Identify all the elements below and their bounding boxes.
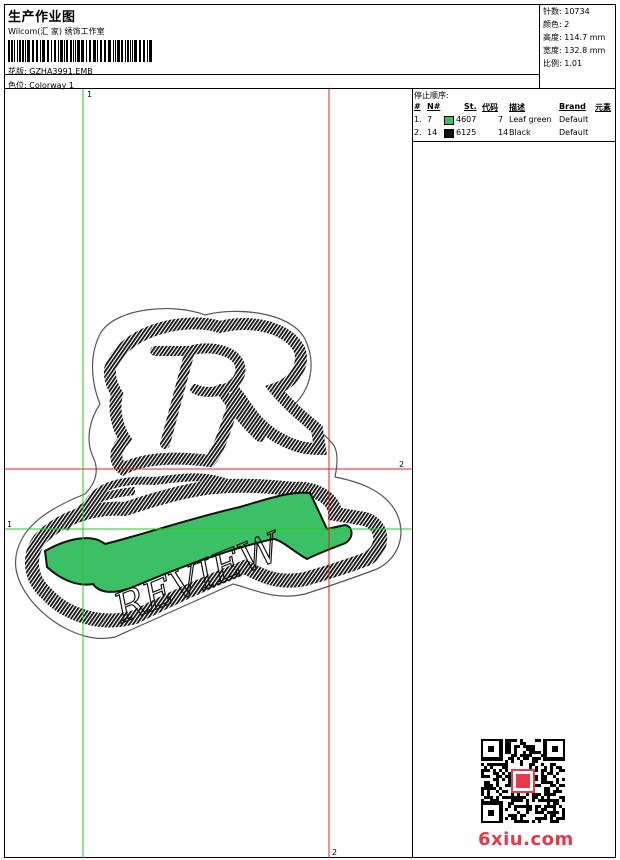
pattern-line: 花版: GZHA3991.EMB	[8, 66, 93, 77]
stop-table-row: 2. 14 6125 14 Black Default	[414, 128, 614, 140]
page-title: 生产作业图	[8, 10, 76, 25]
col-brand: Brand	[559, 102, 586, 111]
stitches-value: 10734	[564, 7, 590, 16]
row-code: 7	[498, 115, 504, 124]
studio-name: Wilcom(汇 家) 绣饰工作室	[8, 27, 105, 36]
row-desc: Black	[509, 128, 531, 137]
red-v-guide-label: 2	[332, 848, 337, 857]
row-stitches: 6125	[456, 128, 477, 137]
green-h-guide-label: 1	[7, 520, 12, 529]
col-code: 代码	[482, 103, 498, 112]
scale-value: 1.01	[564, 59, 583, 68]
row-brand: Default	[559, 128, 589, 137]
row-desc: Leaf green	[509, 115, 552, 124]
table-bottom-line	[413, 141, 616, 142]
stop-table-header: # N# St. 代码 描述 Brand 元素	[414, 102, 614, 113]
row-brand: Default	[559, 115, 589, 124]
colors-value: 2	[564, 20, 570, 29]
col-num: #	[414, 102, 421, 111]
design-canvas: REVIEW 1 1 2 2	[5, 89, 412, 858]
height-label: 高度:	[543, 33, 562, 42]
qr-code	[481, 739, 565, 823]
color-swatch	[444, 129, 454, 138]
col-n: N#	[427, 102, 441, 111]
color-swatch	[444, 116, 454, 125]
row-code: 14	[498, 128, 509, 137]
embroidery-preview: REVIEW 1 1 2 2	[5, 89, 412, 858]
row-num: 1.	[414, 115, 422, 124]
stop-table-row: 1. 7 4607 7 Leaf green Default	[414, 115, 614, 127]
watermark-logo: 6xiu.com	[478, 829, 574, 850]
row-stitches: 4607	[456, 115, 477, 124]
header-divider	[5, 74, 540, 75]
red-h-guide-label: 2	[399, 460, 404, 469]
colors-label: 颜色:	[543, 20, 562, 29]
row-n: 7	[427, 115, 433, 124]
height-value: 114.7 mm	[564, 33, 606, 42]
design-info: 针数: 10734 颜色: 2 高度: 114.7 mm 宽度: 132.8 m…	[539, 5, 615, 89]
green-v-guide-label: 1	[87, 90, 92, 99]
row-num: 2.	[414, 128, 422, 137]
header: 生产作业图 Wilcom(汇 家) 绣饰工作室 花版: GZHA3991.EMB…	[5, 5, 539, 90]
col-st: St.	[464, 102, 477, 111]
barcode	[8, 40, 152, 62]
col-element: 元素	[595, 103, 611, 112]
stop-sequence-title: 停止顺序:	[414, 91, 449, 100]
col-desc: 描述	[509, 103, 525, 112]
stitches-label: 针数:	[543, 7, 562, 16]
scale-label: 比例:	[543, 59, 562, 68]
width-value: 132.8 mm	[564, 46, 606, 55]
width-label: 宽度:	[543, 46, 562, 55]
row-n: 14	[427, 128, 438, 137]
